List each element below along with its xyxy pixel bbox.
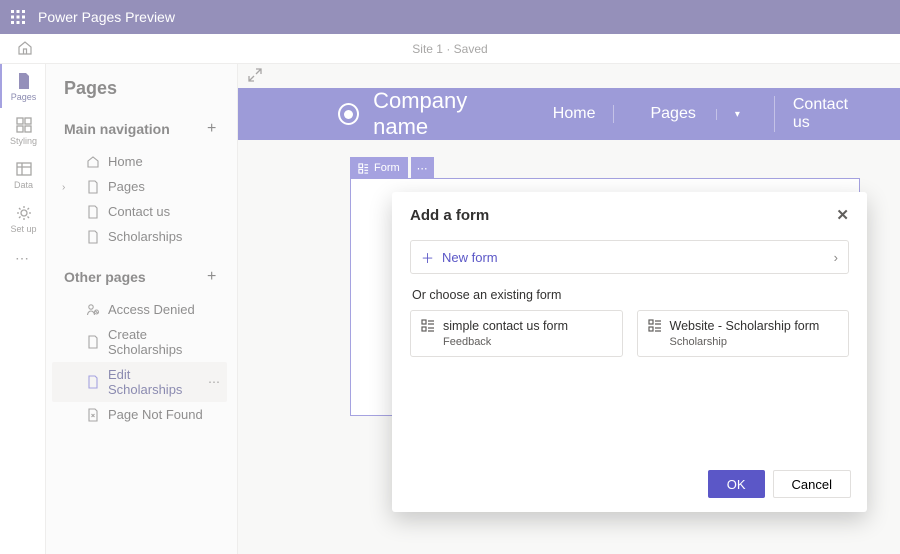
other-item-create-scholarships[interactable]: Create Scholarships (52, 322, 227, 362)
pages-panel: Pages Main navigation + Home › Pages Con… (46, 64, 238, 554)
brand-title: Power Pages Preview (38, 9, 175, 25)
section-title: Main navigation (64, 121, 170, 137)
site-nav-contact[interactable]: Contact us (774, 96, 870, 132)
nav-item-scholarships[interactable]: Scholarships (52, 224, 227, 249)
rail-label: Set up (10, 224, 36, 234)
chevron-right-icon[interactable]: › (62, 182, 65, 193)
plus-icon: ＋ (421, 248, 434, 267)
form-chip-label[interactable]: Form (350, 157, 408, 179)
form-icon (648, 319, 662, 333)
choose-existing-label: Or choose an existing form (412, 288, 847, 302)
existing-form-contact[interactable]: simple contact us form Feedback (410, 310, 623, 357)
other-item-edit-scholarships[interactable]: Edit Scholarships ⋯ (52, 362, 227, 402)
title-row: Site 1 · Saved (0, 34, 900, 64)
form-chip: Form ⋯ (350, 157, 434, 179)
ok-button[interactable]: OK (708, 470, 765, 498)
new-form-label: New form (442, 250, 498, 265)
form-card-title: simple contact us form (443, 319, 568, 334)
existing-form-scholarship[interactable]: Website - Scholarship form Scholarship (637, 310, 850, 357)
site-nav-pages[interactable]: Pages▾ (613, 105, 773, 123)
brand-bar: Power Pages Preview (0, 0, 900, 34)
site-nav: Home Pages▾ Contact us (535, 96, 870, 132)
expand-icon[interactable] (248, 70, 262, 85)
other-item-not-found[interactable]: Page Not Found (52, 402, 227, 427)
chevron-right-icon: › (834, 250, 838, 265)
rail-data[interactable]: Data (0, 152, 46, 196)
nav-item-home[interactable]: Home (52, 149, 227, 174)
form-card-sub: Feedback (443, 336, 568, 348)
nav-item-pages[interactable]: › Pages (52, 174, 227, 199)
rail-pages[interactable]: Pages (0, 64, 46, 108)
tree-label: Create Scholarships (108, 327, 221, 357)
tree-label: Contact us (108, 204, 170, 219)
left-rail: Pages Styling Data Set up ⋯ (0, 64, 46, 554)
tree-label: Pages (108, 179, 145, 194)
form-icon (421, 319, 435, 333)
rail-label: Data (14, 180, 33, 190)
tree-label: Home (108, 154, 143, 169)
other-item-access-denied[interactable]: Access Denied (52, 297, 227, 322)
more-icon[interactable]: ⋯ (208, 375, 221, 389)
cancel-button[interactable]: Cancel (773, 470, 851, 498)
close-icon[interactable]: ✕ (836, 206, 849, 224)
form-card-sub: Scholarship (670, 336, 820, 348)
new-form-button[interactable]: ＋ New form › (410, 240, 849, 274)
chevron-down-icon: ▾ (716, 109, 758, 120)
rail-label: Pages (11, 92, 37, 102)
section-other-pages: Other pages + (52, 263, 227, 291)
tree-label: Access Denied (108, 302, 195, 317)
site-header: Company name Home Pages▾ Contact us (238, 88, 900, 140)
section-main-nav: Main navigation + (52, 115, 227, 143)
rail-setup[interactable]: Set up (0, 196, 46, 240)
section-title: Other pages (64, 269, 146, 285)
form-chip-more[interactable]: ⋯ (411, 157, 434, 179)
tree-label: Edit Scholarships (108, 367, 200, 397)
rail-more[interactable]: ⋯ (15, 240, 30, 267)
company-name[interactable]: Company name (373, 88, 521, 140)
rail-styling[interactable]: Styling (0, 108, 46, 152)
tree-label: Scholarships (108, 229, 182, 244)
rail-label: Styling (10, 136, 37, 146)
form-card-title: Website - Scholarship form (670, 319, 820, 334)
company-logo-icon[interactable] (338, 103, 359, 125)
nav-item-contact[interactable]: Contact us (52, 199, 227, 224)
modal-title: Add a form (410, 207, 489, 224)
add-form-modal: Add a form ✕ ＋ New form › Or choose an e… (392, 192, 867, 512)
panel-title: Pages (64, 78, 227, 99)
home-icon[interactable] (17, 40, 33, 59)
tree-label: Page Not Found (108, 407, 203, 422)
add-page-button[interactable]: + (201, 119, 221, 139)
add-other-page-button[interactable]: + (201, 267, 221, 287)
site-status: Site 1 · Saved (412, 42, 487, 56)
site-nav-home[interactable]: Home (535, 105, 614, 123)
waffle-icon[interactable] (10, 9, 26, 25)
